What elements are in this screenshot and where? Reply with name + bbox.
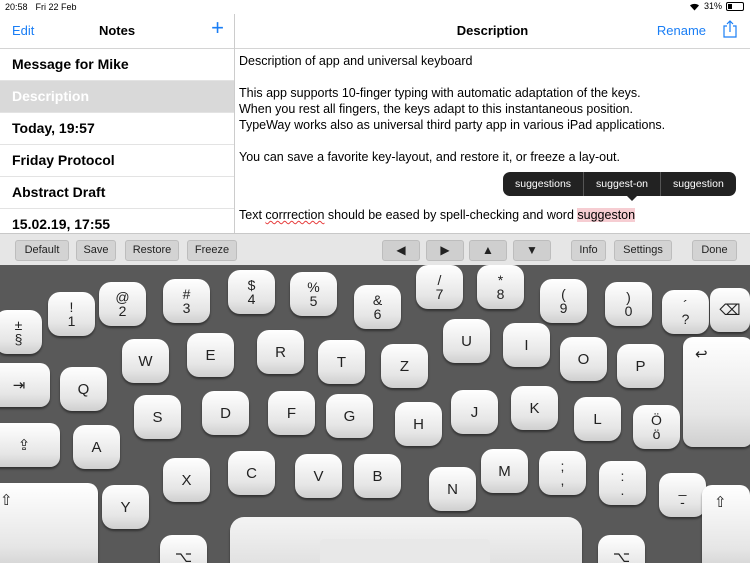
add-note-button[interactable]: + bbox=[211, 17, 224, 39]
suggestion-item[interactable]: suggestion bbox=[660, 172, 736, 196]
key-r[interactable]: R bbox=[257, 330, 304, 374]
misspelled-word[interactable]: corrrection bbox=[265, 208, 324, 222]
caps-lock-key[interactable]: ⇪ bbox=[0, 423, 60, 467]
body-line: When you rest all fingers, the keys adap… bbox=[239, 102, 633, 116]
key-3[interactable]: #3 bbox=[163, 279, 210, 323]
battery-icon bbox=[726, 1, 744, 11]
highlighted-word[interactable]: suggeston bbox=[577, 208, 636, 222]
body-line: You can save a favorite key-layout, and … bbox=[239, 150, 620, 164]
body-line: Text corrrection should be eased by spel… bbox=[239, 208, 636, 222]
backspace-key[interactable]: ⌫ bbox=[710, 288, 750, 332]
notes-pane: Edit Notes + Message for Mike Descriptio… bbox=[0, 14, 235, 233]
note-item[interactable]: 15.02.19, 17:55 bbox=[0, 209, 234, 233]
keyboard-toolbar: Default Save Restore Freeze ◀ ▶ ▲ ▼ Info… bbox=[0, 233, 750, 265]
option-key[interactable]: ⌥ bbox=[160, 535, 207, 563]
key-z[interactable]: Z bbox=[381, 344, 428, 388]
key-s[interactable]: S bbox=[134, 395, 181, 439]
editor-pane: Description Rename Description of app an… bbox=[235, 14, 750, 233]
key-d[interactable]: D bbox=[202, 391, 249, 435]
shift-key[interactable]: ⇧ bbox=[702, 485, 750, 563]
key-y[interactable]: Y bbox=[102, 485, 149, 529]
arrow-up-button[interactable]: ▲ bbox=[469, 240, 507, 261]
suggestion-item[interactable]: suggest-on bbox=[583, 172, 660, 196]
key-4[interactable]: $4 bbox=[228, 270, 275, 314]
body-line: This app supports 10-finger typing with … bbox=[239, 86, 641, 100]
key-,[interactable]: ;, bbox=[539, 451, 586, 495]
info-button[interactable]: Info bbox=[571, 240, 606, 261]
key-1[interactable]: ! 1 bbox=[48, 292, 95, 336]
key-f[interactable]: F bbox=[268, 391, 315, 435]
battery-percent: 31% bbox=[703, 1, 722, 11]
note-body[interactable]: Description of app and universal keyboar… bbox=[235, 49, 750, 223]
note-item[interactable]: Friday Protocol bbox=[0, 145, 234, 177]
key-a[interactable]: A bbox=[73, 425, 120, 469]
key-t[interactable]: T bbox=[318, 340, 365, 384]
key-p[interactable]: P bbox=[617, 344, 664, 388]
restore-button[interactable]: Restore bbox=[125, 240, 179, 261]
key-w[interactable]: W bbox=[122, 339, 169, 383]
key-§[interactable]: ± § bbox=[0, 310, 42, 354]
share-icon[interactable] bbox=[723, 20, 737, 38]
key-i[interactable]: I bbox=[503, 323, 550, 367]
space-bar[interactable] bbox=[230, 517, 582, 563]
key-q[interactable]: Q bbox=[60, 367, 107, 411]
status-date: Fri 22 Feb bbox=[35, 2, 77, 12]
key-j[interactable]: J bbox=[451, 390, 498, 434]
status-bar: 20:58 Fri 22 Feb 31% bbox=[0, 0, 750, 14]
key-n[interactable]: N bbox=[429, 467, 476, 511]
arrow-down-button[interactable]: ▼ bbox=[513, 240, 551, 261]
note-item[interactable]: Message for Mike bbox=[0, 49, 234, 81]
key-e[interactable]: E bbox=[187, 333, 234, 377]
key-k[interactable]: K bbox=[511, 386, 558, 430]
key-9[interactable]: (9 bbox=[540, 279, 587, 323]
key-0[interactable]: ) 0 bbox=[605, 282, 652, 326]
note-item-selected[interactable]: Description bbox=[0, 81, 234, 113]
key-x[interactable]: X bbox=[163, 458, 210, 502]
default-button[interactable]: Default bbox=[15, 240, 69, 261]
note-item[interactable]: Abstract Draft bbox=[0, 177, 234, 209]
arrow-left-button[interactable]: ◀ bbox=[382, 240, 420, 261]
rename-button[interactable]: Rename bbox=[657, 23, 706, 38]
key-u[interactable]: U bbox=[443, 319, 490, 363]
freeze-button[interactable]: Freeze bbox=[187, 240, 237, 261]
arrow-right-button[interactable]: ▶ bbox=[426, 240, 464, 261]
notes-title: Notes bbox=[98, 23, 136, 38]
key-2[interactable]: @2 bbox=[99, 282, 146, 326]
keyboard: ± §! 1 @2 #3 $4 % 5 & 6/7 * 8 (9 ) 0 ´? ⌫ ⇥ Q W E R T Z U I O P ↩ ⇪ A S… bbox=[0, 265, 750, 563]
key-h[interactable]: H bbox=[395, 402, 442, 446]
wifi-icon bbox=[689, 3, 699, 10]
body-line: Description of app and universal keyboar… bbox=[239, 54, 473, 68]
return-key[interactable]: ↩ bbox=[683, 337, 750, 447]
menu-pointer bbox=[627, 196, 637, 201]
key--[interactable]: _ - bbox=[659, 473, 706, 517]
key-8[interactable]: * 8 bbox=[477, 265, 524, 309]
key-.[interactable]: :. bbox=[599, 461, 646, 505]
shift-key[interactable]: ⇧ bbox=[0, 483, 98, 563]
suggestion-item[interactable]: suggestions bbox=[503, 172, 583, 196]
suggestion-menu: suggestions suggest-on suggestion bbox=[503, 172, 736, 201]
key-m[interactable]: M bbox=[481, 449, 528, 493]
key-g[interactable]: G bbox=[326, 394, 373, 438]
key-v[interactable]: V bbox=[295, 454, 342, 498]
notes-nav-bar: Edit Notes + bbox=[0, 14, 234, 49]
body-line: TypeWay works also as universal third pa… bbox=[239, 118, 666, 132]
tab-key[interactable]: ⇥ bbox=[0, 363, 50, 407]
settings-button[interactable]: Settings bbox=[614, 240, 672, 261]
status-time: 20:58 bbox=[5, 2, 28, 12]
key-o[interactable]: O bbox=[560, 337, 607, 381]
key-l[interactable]: L bbox=[574, 397, 621, 441]
option-key[interactable]: ⌥ bbox=[598, 535, 645, 563]
key-7[interactable]: /7 bbox=[416, 265, 463, 309]
key-ö[interactable]: Öö bbox=[633, 405, 680, 449]
key-5[interactable]: % 5 bbox=[290, 272, 337, 316]
key-b[interactable]: B bbox=[354, 454, 401, 498]
editor-nav-bar: Description Rename bbox=[235, 14, 750, 49]
key-6[interactable]: & 6 bbox=[354, 285, 401, 329]
key-?[interactable]: ´? bbox=[662, 290, 709, 334]
note-item[interactable]: Today, 19:57 bbox=[0, 113, 234, 145]
save-button[interactable]: Save bbox=[76, 240, 116, 261]
key-c[interactable]: C bbox=[228, 451, 275, 495]
done-button[interactable]: Done bbox=[692, 240, 737, 261]
